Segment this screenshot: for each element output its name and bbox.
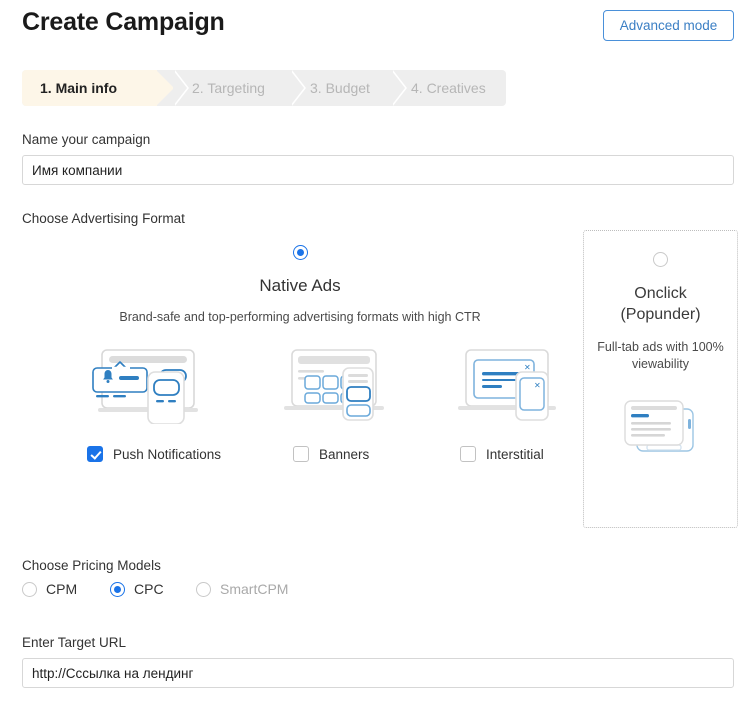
onclick-illustration-icon: [584, 395, 737, 466]
campaign-name-label: Name your campaign: [22, 132, 734, 147]
onclick-radio-wrap: [584, 251, 737, 269]
checkbox-push-notifications[interactable]: Push Notifications: [87, 446, 221, 462]
push-notifications-illustration-icon: [82, 346, 198, 429]
pricing-option-label: CPC: [134, 581, 164, 597]
native-ads-illustrations: ✕ ✕: [22, 346, 578, 426]
native-format-checkboxes: Push Notifications Banners Interstitial: [22, 446, 578, 466]
svg-text:✕: ✕: [534, 381, 541, 390]
native-ads-radio[interactable]: [293, 245, 308, 260]
target-url-section: Enter Target URL: [22, 635, 734, 688]
campaign-name-input[interactable]: [22, 155, 734, 185]
step-main-info[interactable]: 1. Main info: [22, 70, 157, 106]
radio-smartcpm[interactable]: SmartCPM: [196, 581, 288, 597]
target-url-input[interactable]: [22, 658, 734, 688]
onclick-title-line1: Onclick: [584, 283, 737, 304]
advertising-format-section: Choose Advertising Format Native Ads Bra…: [22, 211, 734, 540]
push-notifications-checkbox-box[interactable]: [87, 446, 103, 462]
advanced-mode-button[interactable]: Advanced mode: [603, 10, 734, 41]
onclick-popunder-panel[interactable]: Onclick (Popunder) Full-tab ads with 100…: [583, 230, 738, 528]
interstitial-checkbox-box[interactable]: [460, 446, 476, 462]
step-creatives[interactable]: 4. Creatives: [393, 70, 486, 106]
step-label: 1. Main info: [22, 80, 117, 96]
banners-checkbox-box[interactable]: [293, 446, 309, 462]
step-targeting[interactable]: 2. Targeting: [174, 70, 265, 106]
campaign-name-section: Name your campaign: [22, 132, 734, 185]
pricing-option-label: CPM: [46, 581, 77, 597]
pricing-models-section: Choose Pricing Models CPM CPC SmartCPM: [22, 558, 734, 605]
banners-illustration-icon: [280, 346, 388, 429]
target-url-label: Enter Target URL: [22, 635, 734, 650]
checkbox-interstitial[interactable]: Interstitial: [460, 446, 544, 462]
format-options-area: Native Ads Brand-safe and top-performing…: [22, 230, 734, 540]
radio-cpc[interactable]: CPC: [110, 581, 164, 597]
step-label: 4. Creatives: [393, 80, 486, 96]
page-header: Create Campaign Advanced mode: [22, 0, 734, 56]
checkbox-label: Banners: [319, 447, 369, 462]
checkbox-banners[interactable]: Banners: [293, 446, 369, 462]
onclick-radio[interactable]: [653, 252, 668, 267]
advertising-format-label: Choose Advertising Format: [22, 211, 734, 226]
radio-cpm[interactable]: CPM: [22, 581, 77, 597]
page-title: Create Campaign: [22, 8, 225, 37]
native-ads-panel[interactable]: Native Ads Brand-safe and top-performing…: [22, 244, 578, 466]
checkbox-label: Interstitial: [486, 447, 544, 462]
pricing-models-radio-group: CPM CPC SmartCPM: [22, 581, 734, 605]
svg-text:✕: ✕: [524, 363, 531, 372]
native-ads-subtitle: Brand-safe and top-performing advertisin…: [22, 310, 578, 324]
native-ads-title: Native Ads: [22, 276, 578, 296]
interstitial-illustration-icon: ✕ ✕: [454, 346, 558, 429]
checkbox-label: Push Notifications: [113, 447, 221, 462]
pricing-models-label: Choose Pricing Models: [22, 558, 734, 573]
cpc-radio[interactable]: [110, 582, 125, 597]
create-campaign-page: Create Campaign Advanced mode 1. Main in…: [0, 0, 756, 706]
onclick-subtitle: Full-tab ads with 100% viewability: [584, 339, 737, 373]
native-ads-radio-wrap: [22, 244, 578, 262]
cpm-radio[interactable]: [22, 582, 37, 597]
pricing-option-label: SmartCPM: [220, 581, 288, 597]
step-progress-bar: 1. Main info 2. Targeting 3. Budget 4. C…: [22, 70, 506, 106]
step-label: 3. Budget: [292, 80, 370, 96]
step-budget[interactable]: 3. Budget: [292, 70, 370, 106]
step-label: 2. Targeting: [174, 80, 265, 96]
onclick-title: Onclick (Popunder): [584, 283, 737, 325]
smartcpm-radio[interactable]: [196, 582, 211, 597]
onclick-title-line2: (Popunder): [584, 304, 737, 325]
